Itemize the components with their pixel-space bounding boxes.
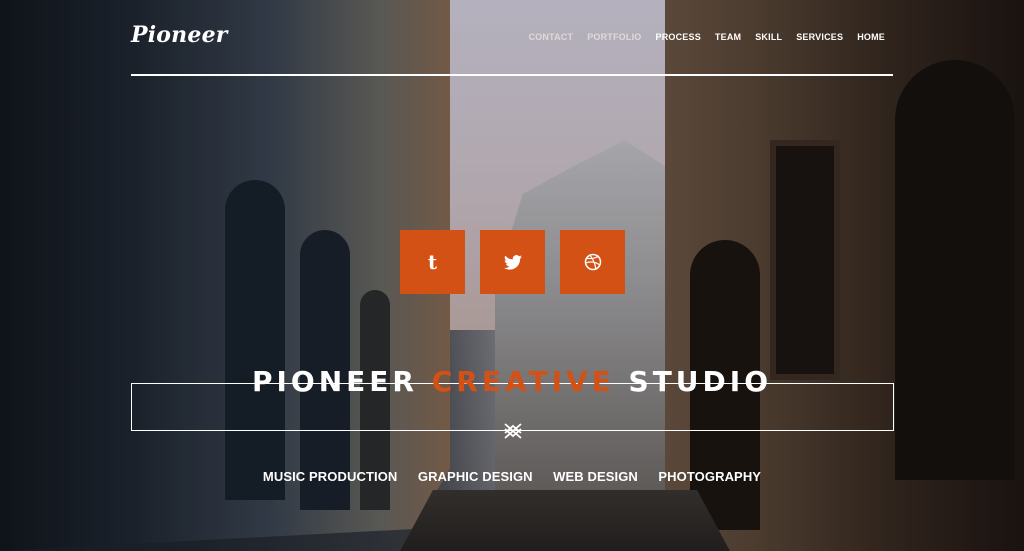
twitter-button[interactable] xyxy=(480,230,545,294)
tumblr-icon: t xyxy=(427,250,438,274)
dribbble-icon xyxy=(584,253,601,271)
nav-item-process[interactable]: PROCESS xyxy=(656,32,701,42)
header-divider xyxy=(131,74,893,76)
dribbble-button[interactable] xyxy=(560,230,625,294)
tumblr-button[interactable]: t xyxy=(400,230,465,294)
nav-item-team[interactable]: TEAM xyxy=(715,32,741,42)
service-web-design[interactable]: WEB DESIGN xyxy=(553,469,638,484)
nav-item-home[interactable]: HOME xyxy=(857,32,885,42)
nav-item-portfolio[interactable]: PORTFOLIO xyxy=(587,32,641,42)
service-graphic-design[interactable]: GRAPHIC DESIGN xyxy=(418,469,533,484)
hero-title: PIONEER CREATIVE STUDIO xyxy=(0,365,1024,398)
main-nav: CONTACT PORTFOLIO PROCESS TEAM SKILL SER… xyxy=(528,32,885,42)
nav-item-services[interactable]: SERVICES xyxy=(796,32,843,42)
nav-item-skill[interactable]: SKILL xyxy=(755,32,782,42)
service-music-production[interactable]: MUSIC PRODUCTION xyxy=(263,469,398,484)
twitter-icon xyxy=(503,254,522,270)
cross-divider-icon xyxy=(504,423,522,439)
hero-title-accent: CREATIVE xyxy=(431,365,615,398)
social-links: t xyxy=(400,230,625,294)
nav-item-contact[interactable]: CONTACT xyxy=(528,32,573,42)
site-logo[interactable]: Pioneer xyxy=(131,22,228,48)
service-photography[interactable]: PHOTOGRAPHY xyxy=(658,469,761,484)
hero-section: Pioneer CONTACT PORTFOLIO PROCESS TEAM S… xyxy=(0,0,1024,551)
services-list: MUSIC PRODUCTION GRAPHIC DESIGN WEB DESI… xyxy=(0,468,1024,486)
hero-title-part2: STUDIO xyxy=(614,365,772,398)
hero-title-part1: PIONEER xyxy=(251,365,432,398)
